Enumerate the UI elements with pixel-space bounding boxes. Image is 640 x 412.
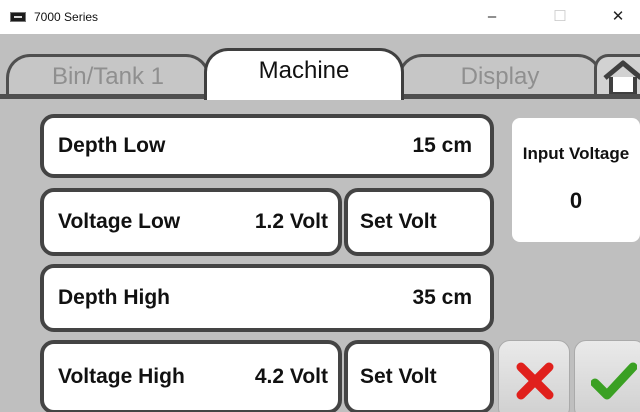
window-title: 7000 Series (34, 10, 99, 24)
tab-display[interactable]: Display (398, 54, 602, 98)
cancel-button[interactable] (498, 340, 570, 412)
red-x-icon (516, 362, 554, 400)
set-volt-high-button[interactable]: Set Volt (344, 340, 494, 412)
depth-high-value: 35 cm (412, 286, 472, 309)
voltage-low-value: 1.2 Volt (254, 210, 328, 233)
input-voltage-title: Input Voltage (522, 144, 630, 163)
confirm-button[interactable] (574, 340, 640, 412)
maximize-button[interactable]: ☐ (542, 6, 578, 28)
input-voltage-panel: Input Voltage 0 (512, 118, 640, 242)
minimize-button[interactable]: – (474, 6, 510, 28)
close-button[interactable]: ✕ (600, 6, 636, 28)
depth-high-label: Depth High (58, 286, 170, 309)
tab-home[interactable] (594, 54, 640, 98)
tab-machine[interactable]: Machine (204, 48, 404, 100)
window-titlebar: 7000 Series – ☐ ✕ (0, 0, 640, 35)
voltage-high-label: Voltage High (58, 365, 185, 388)
depth-low-field[interactable]: Depth Low 15 cm (40, 114, 494, 178)
depth-low-label: Depth Low (58, 134, 166, 157)
tab-bin-tank-1[interactable]: Bin/Tank 1 (6, 54, 210, 98)
app-icon (10, 12, 26, 22)
depth-low-value: 15 cm (412, 134, 472, 157)
depth-high-field[interactable]: Depth High 35 cm (40, 264, 494, 332)
voltage-high-field: Voltage High 4.2 Volt (40, 340, 342, 412)
set-volt-low-button[interactable]: Set Volt (344, 188, 494, 256)
home-icon (603, 60, 640, 96)
app-content: Bin/Tank 1 Machine Display Depth Low 15 … (0, 34, 640, 412)
voltage-high-value: 4.2 Volt (254, 365, 328, 388)
green-check-icon (591, 362, 637, 400)
voltage-low-field: Voltage Low 1.2 Volt (40, 188, 342, 256)
voltage-low-label: Voltage Low (58, 210, 181, 233)
input-voltage-value: 0 (569, 188, 583, 213)
